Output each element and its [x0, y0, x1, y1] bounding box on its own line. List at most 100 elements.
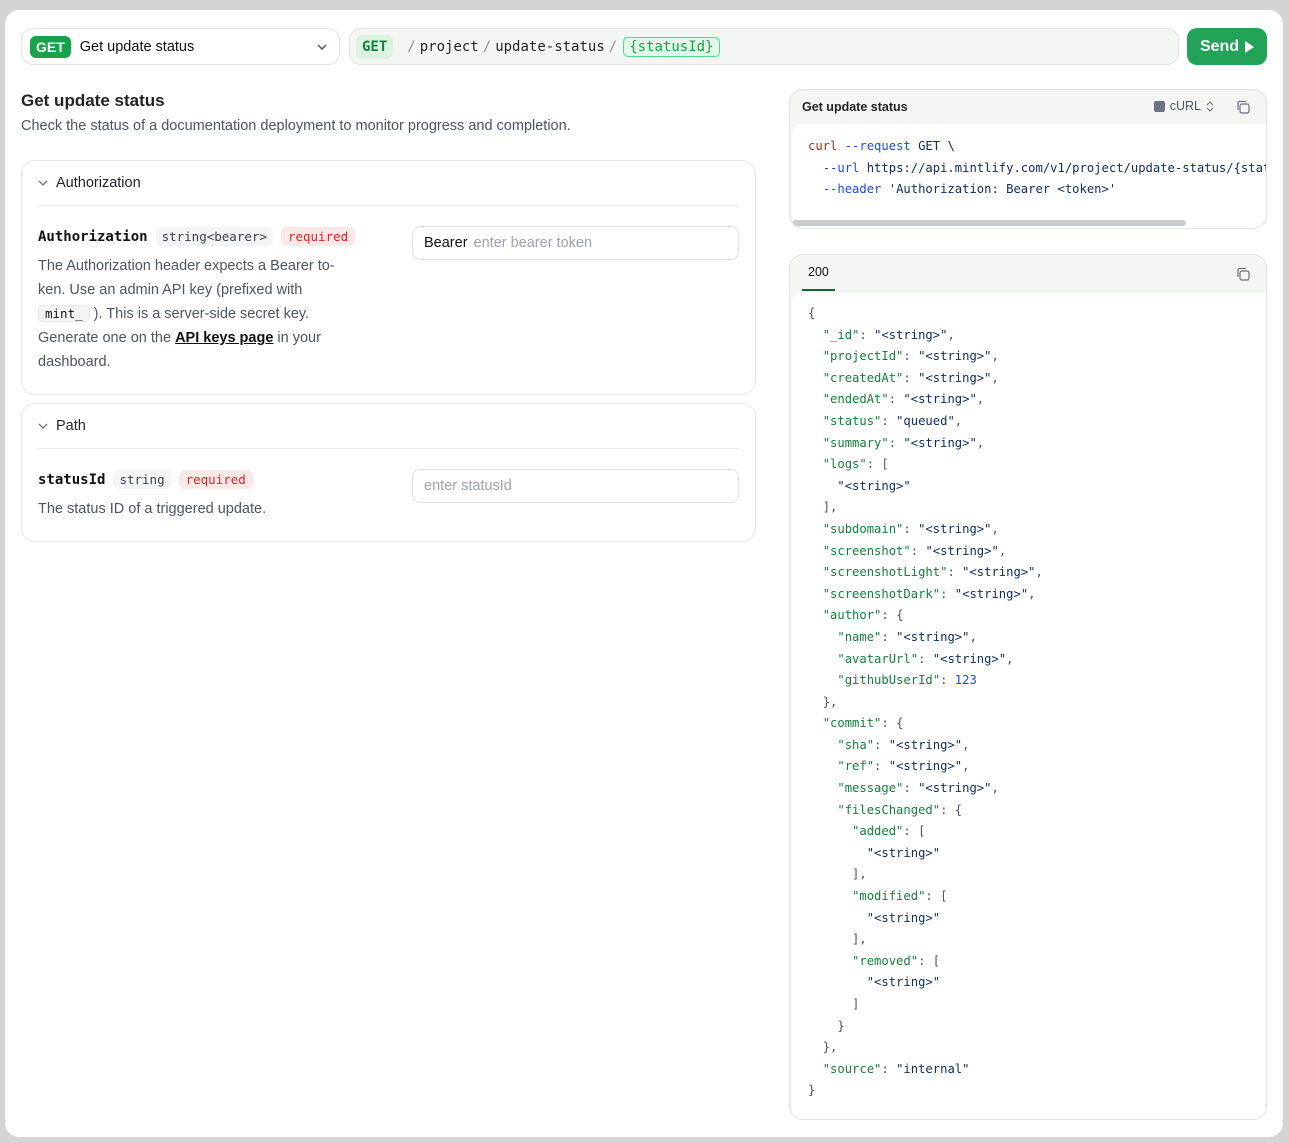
code-line: ], — [822, 500, 838, 515]
code-line: "sha": "<string>", — [837, 737, 970, 752]
code-token: --header — [822, 182, 882, 196]
request-example-panel: Get update status cURL curl --request GE… — [789, 89, 1267, 229]
code-line: "author": { — [822, 608, 904, 623]
code-line: "commit": { — [822, 716, 904, 731]
code-line: "message": "<string>", — [837, 781, 999, 796]
code-line: "name": "<string>", — [837, 629, 977, 644]
chevron-down-icon — [317, 44, 327, 50]
url-method-badge: GET — [356, 34, 394, 59]
code-line: { — [808, 306, 816, 320]
code-line: "githubUserId": 123 — [837, 673, 977, 688]
section-label: Path — [56, 418, 86, 434]
code-line: } — [808, 1083, 816, 1098]
code-line: "avatarUrl": "<string>", — [837, 651, 1014, 666]
code-line: "summary": "<string>", — [822, 435, 985, 450]
code-line: "createdAt": "<string>", — [822, 370, 999, 385]
api-playground: GET Get update status GET / project / up… — [5, 10, 1283, 1137]
param-header: Authorization string<bearer> required — [38, 227, 356, 246]
required-badge: required — [280, 227, 356, 246]
path-section: Path statusId string required The status… — [21, 403, 756, 542]
code-line: "ref": "<string>", — [837, 759, 970, 774]
desc-line: dashboard. — [38, 354, 111, 370]
chevron-up-down-icon — [1206, 100, 1214, 112]
code-token: GET \ — [918, 139, 955, 153]
authorization-section: Authorization Authorization string<beare… — [21, 160, 756, 395]
url-segment: project — [419, 38, 479, 55]
code-line: ] — [852, 997, 860, 1011]
code-line: ], — [852, 932, 867, 947]
code-line: "subdomain": "<string>", — [822, 521, 999, 536]
code-token: https://api.mintlify.com/v1/project/upda… — [866, 160, 1266, 175]
section-label: Authorization — [56, 175, 141, 191]
param-header: statusId string required — [38, 470, 253, 489]
copy-icon[interactable] — [1236, 100, 1250, 114]
code-line: } — [837, 1018, 845, 1033]
code-line: "screenshotLight": "<string>", — [822, 565, 1043, 580]
chevron-down-icon — [38, 180, 48, 186]
tab-status-200[interactable]: 200 — [802, 255, 835, 291]
code-line: "<string>" — [866, 975, 941, 990]
method-badge: GET — [30, 35, 71, 58]
request-example-title: Get update status — [802, 100, 908, 114]
param-name: statusId — [38, 471, 106, 488]
desc-text: Generate one on the — [38, 330, 176, 346]
desc-line: Generate one on the API keys page in you… — [38, 326, 378, 350]
response-code: { "_id": "<string>", "projectId": "<stri… — [792, 293, 1266, 1119]
param-name: Authorization — [38, 228, 148, 245]
param-description: The status ID of a triggered update. — [38, 501, 267, 517]
code-line: "screenshot": "<string>", — [822, 543, 1007, 558]
input-placeholder: enter statusId — [424, 478, 512, 494]
param-description: The Authorization header expects a Beare… — [38, 254, 378, 374]
send-label: Send — [1199, 37, 1240, 55]
language-selector[interactable]: cURL — [1153, 99, 1214, 113]
language-label: cURL — [1169, 99, 1201, 113]
api-keys-link[interactable]: API keys page — [175, 330, 273, 346]
code-line: "filesChanged": { — [837, 802, 963, 817]
url-path-param[interactable]: {statusId} — [623, 36, 720, 57]
page-description: Check the status of a documentation depl… — [21, 118, 571, 134]
path-section-header[interactable]: Path — [38, 404, 739, 449]
status-id-input[interactable]: enter statusId — [412, 469, 739, 503]
response-example-panel: 200 { "_id": "<string>", "projectId": "<… — [789, 254, 1267, 1120]
request-code: curl --request GET \ --url https://api.m… — [792, 124, 1266, 228]
url-separator: / — [608, 38, 618, 55]
input-placeholder: enter bearer token — [473, 235, 593, 251]
endpoint-title: Get update status — [79, 38, 195, 55]
code-line: }, — [822, 694, 838, 709]
type-badge: string — [113, 470, 171, 489]
desc-text: ). This is a server-side secret key. — [93, 306, 310, 322]
code-line: "source": "internal" — [822, 1061, 970, 1076]
code-line: "added": [ — [852, 824, 926, 839]
code-line: "logs": [ — [822, 457, 889, 472]
terminal-icon — [1153, 100, 1165, 112]
required-badge: required — [178, 470, 253, 489]
code-token: 'Authorization: Bearer <token>' — [888, 182, 1117, 196]
horizontal-scrollbar[interactable] — [792, 220, 1186, 226]
url-separator: / — [482, 38, 492, 55]
bearer-token-input[interactable]: Bearer enter bearer token — [412, 226, 739, 260]
code-token: --url — [822, 160, 860, 175]
code-line: "modified": [ — [852, 889, 948, 904]
endpoint-selector[interactable]: GET Get update status — [21, 28, 340, 65]
type-badge: string<bearer> — [155, 227, 273, 246]
desc-line: The Authorization header expects a Beare… — [38, 258, 335, 274]
request-example-header: Get update status cURL — [790, 90, 1266, 124]
send-button[interactable]: Send — [1187, 28, 1267, 65]
code-line: "projectId": "<string>", — [822, 349, 999, 364]
authorization-section-header[interactable]: Authorization — [38, 161, 739, 206]
code-line: ], — [852, 867, 867, 882]
inline-code: mint_ — [38, 305, 90, 322]
code-token: curl — [808, 139, 838, 153]
code-token: --request — [844, 139, 911, 153]
code-line: }, — [822, 1040, 838, 1055]
page-title: Get update status — [21, 91, 165, 110]
response-example-header: 200 — [790, 255, 1266, 293]
code-line: "screenshotDark": "<string>", — [822, 586, 1036, 601]
play-icon — [1245, 40, 1255, 53]
url-segment: update-status — [495, 38, 605, 55]
url-bar[interactable]: GET / project / update-status / {statusI… — [349, 28, 1179, 65]
code-line: "status": "queued", — [822, 413, 963, 428]
input-prefix: Bearer — [424, 235, 468, 251]
copy-icon[interactable] — [1236, 267, 1250, 281]
desc-line: mint_ ). This is a server-side secret ke… — [38, 302, 378, 326]
